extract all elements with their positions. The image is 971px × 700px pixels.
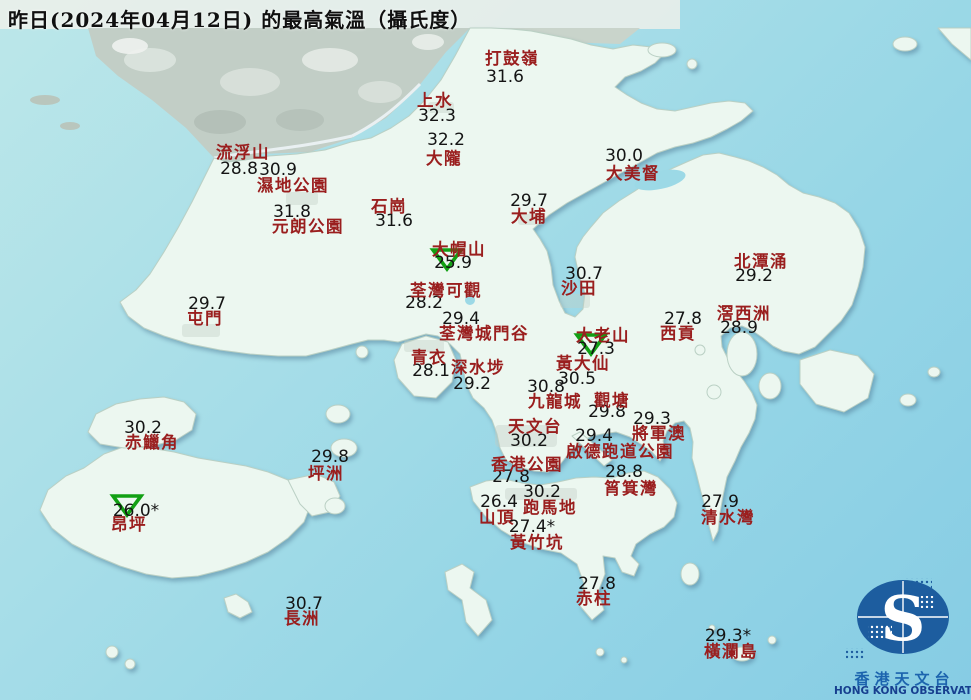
station-label: 上水 (417, 91, 453, 110)
station-label: 元朗公園 (272, 217, 344, 236)
station-label: 大老山 (576, 326, 630, 345)
hko-logo-name-en: HONG KONG OBSERVATORY (834, 685, 971, 697)
station-label: 濕地公園 (257, 176, 329, 195)
hko-max-temp-map: S 昨日(2024年04月12日) 的最高氣溫（攝氏度） 31.6 打鼓嶺 32.3… (0, 0, 971, 700)
station-label: 長洲 (284, 609, 320, 628)
station-label: 觀塘 (594, 391, 630, 410)
station-label: 九龍城 (528, 392, 582, 411)
station-label: 大美督 (606, 164, 660, 183)
station-label: 荃灣可觀 (410, 281, 482, 300)
station-label: 石崗 (371, 197, 407, 216)
station-label: 滘西洲 (717, 304, 771, 323)
hko-logo: 香港天文台 HONG KONG OBSERVATORY (834, 572, 971, 700)
station-label: 大埔 (511, 207, 547, 226)
station-label: 西貢 (660, 324, 696, 343)
station-label: 青衣 (411, 348, 447, 367)
station-label: 天文台 (508, 417, 562, 436)
station-label: 昂坪 (111, 515, 147, 534)
station-label: 黃竹坑 (510, 533, 564, 552)
station-label: 打鼓嶺 (485, 49, 539, 68)
station-label: 深水埗 (451, 358, 505, 377)
station-label: 赤柱 (576, 589, 612, 608)
station-label: 啟德跑道公園 (566, 442, 674, 461)
station-label: 赤鱲角 (125, 433, 179, 452)
station-label: 屯門 (187, 309, 223, 328)
station-value: 31.6 (486, 67, 524, 87)
station-label: 大隴 (426, 149, 462, 168)
station-label: 筲箕灣 (604, 479, 658, 498)
station-label: 橫瀾島 (704, 642, 758, 661)
station-label: 香港公園 (491, 455, 563, 474)
station-label: 大帽山 (432, 240, 486, 259)
stations-layer: 31.6 打鼓嶺 32.3 上水 32.2 大隴 28.8 流浮山 30.9 濕地公園 31.8 元朗… (0, 0, 971, 700)
station-label: 荃灣城門谷 (439, 324, 529, 343)
station-label: 坪洲 (308, 464, 344, 483)
station-label: 北潭涌 (734, 252, 788, 271)
station-label: 清水灣 (701, 508, 755, 527)
station-label: 黃大仙 (556, 354, 610, 373)
station-label: 跑馬地 (523, 498, 577, 517)
station-label: 沙田 (561, 279, 597, 298)
